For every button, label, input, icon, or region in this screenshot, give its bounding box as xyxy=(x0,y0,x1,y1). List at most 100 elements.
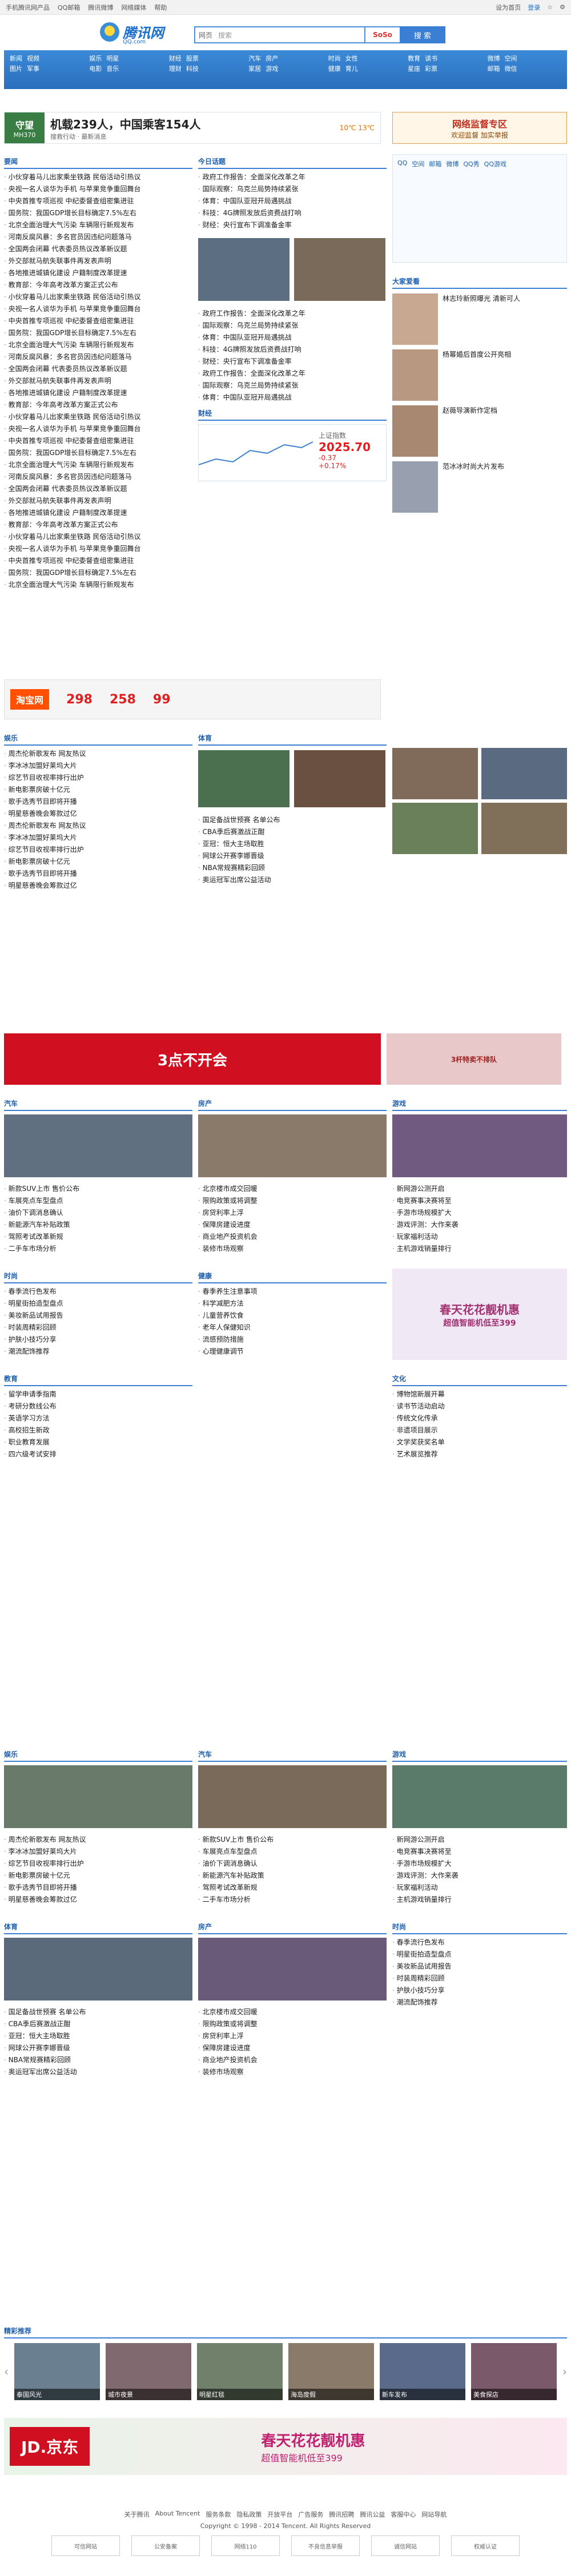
topbar-link-4[interactable]: 帮助 xyxy=(154,3,167,12)
news-item[interactable]: 外交部就马航失联事件再发表声明 xyxy=(4,255,192,267)
section-item[interactable]: 主机游戏销量排行 xyxy=(392,1243,567,1255)
sport-photo[interactable] xyxy=(198,750,289,807)
section-item[interactable]: 李冰冰加盟好莱坞大片 xyxy=(4,1846,192,1858)
section-item[interactable]: 潮流配饰推荐 xyxy=(4,1346,192,1358)
section-item[interactable]: 艺术展览推荐 xyxy=(392,1448,567,1460)
news-item[interactable]: 央视一名人谈华为手机 与苹果竞争重回舞台 xyxy=(4,303,192,315)
nav-item[interactable]: 股票 xyxy=(186,54,199,63)
section-item[interactable]: 亚冠：恒大主场取胜 xyxy=(4,2030,192,2042)
footer-link[interactable]: 客服中心 xyxy=(391,2510,416,2519)
news-item[interactable]: 小伙穿着马儿出家乘坐铁路 民俗活动引热议 xyxy=(4,531,192,543)
section-item[interactable]: 明星慈善晚会筹款过亿 xyxy=(4,808,192,820)
lower-photo[interactable] xyxy=(198,1765,387,1828)
section-title-text[interactable]: 体育 xyxy=(198,733,212,743)
section-item[interactable]: 网球公开赛李娜晋级 xyxy=(198,850,387,862)
news-item[interactable]: 小伙穿着马儿出家乘坐铁路 民俗活动引热议 xyxy=(4,411,192,423)
section-item[interactable]: NBA常规赛精彩回顾 xyxy=(4,2054,192,2066)
nav-item[interactable]: 时尚 xyxy=(328,54,341,63)
face-item[interactable]: 林志玲新照曝光 清新可人 xyxy=(392,293,567,345)
section-item[interactable]: 美妆新品试用报告 xyxy=(392,1961,567,1973)
hot-faces-title-text[interactable]: 大家爱看 xyxy=(392,276,420,286)
news-item[interactable]: 河南反腐风暴：多名官员因违纪问题落马 xyxy=(4,351,192,363)
section-item[interactable]: 限购政策或将调整 xyxy=(198,2018,387,2030)
section-item[interactable]: CBA季后赛激战正酣 xyxy=(198,826,387,838)
trust-badge[interactable]: 公安备案 xyxy=(131,2535,200,2556)
section-item[interactable]: 春季养生注意事项 xyxy=(198,1286,387,1298)
login-link[interactable]: 登录 xyxy=(528,3,540,12)
news-item[interactable]: 国务院：我国GDP增长目标确定7.5%左右 xyxy=(4,567,192,579)
section-item[interactable]: 限购政策或将调整 xyxy=(198,1195,387,1207)
ticker-photo[interactable]: 新车发布 xyxy=(380,2343,465,2400)
section-item[interactable]: 车展亮点车型盘点 xyxy=(4,1195,192,1207)
topic-item[interactable]: 财经：央行宣布下调准备金率 xyxy=(198,356,387,368)
section-item[interactable]: 新能源汽车补贴政策 xyxy=(198,1870,387,1882)
nav-item[interactable]: 健康 xyxy=(328,64,341,73)
news-item[interactable]: 各地推进城镇化建设 户籍制度改革提速 xyxy=(4,507,192,519)
nav-item[interactable]: 邮箱 xyxy=(488,64,500,73)
section-item[interactable]: 老年人保健知识 xyxy=(198,1322,387,1334)
fashion-ad[interactable]: 3杆特卖不排队 xyxy=(387,1033,561,1085)
section-item[interactable]: 春季流行色发布 xyxy=(4,1286,192,1298)
topic-item[interactable]: 政府工作报告：全面深化改革之年 xyxy=(198,368,387,380)
nav-item[interactable]: 军事 xyxy=(27,64,39,73)
topbar-link-0[interactable]: 手机腾讯网产品 xyxy=(6,3,50,12)
set-homepage-link[interactable]: 设为首页 xyxy=(496,3,521,12)
news-item[interactable]: 中央首推专项巡视 中纪委督查组密集进驻 xyxy=(4,555,192,567)
grid-photo[interactable] xyxy=(392,803,478,854)
nav-item[interactable]: 音乐 xyxy=(106,64,119,73)
section-item[interactable]: 车展亮点车型盘点 xyxy=(198,1846,387,1858)
section-title-text[interactable]: 体育 xyxy=(4,1922,18,1931)
section-item[interactable]: CBA季后赛激战正酣 xyxy=(4,2018,192,2030)
section-item[interactable]: NBA常规赛精彩回顾 xyxy=(198,862,387,874)
grid-photo[interactable] xyxy=(481,803,567,854)
news-item[interactable]: 教育部：今年高考改革方案正式公布 xyxy=(4,279,192,291)
section-item[interactable]: 玩家福利活动 xyxy=(392,1882,567,1894)
lower-photo[interactable] xyxy=(4,1765,192,1828)
section-item[interactable]: 亚冠：恒大主场取胜 xyxy=(198,838,387,850)
section-item[interactable]: 新网游公测开启 xyxy=(392,1834,567,1846)
nav-item[interactable]: 视频 xyxy=(27,54,39,63)
topic-item[interactable]: 体育：中国队亚冠开局遇挑战 xyxy=(198,195,387,207)
section-title-text[interactable]: 健康 xyxy=(198,1271,212,1281)
trust-badge[interactable]: 不良信息举报 xyxy=(291,2535,360,2556)
news-item[interactable]: 全国两会闭幕 代表委员热议改革新议题 xyxy=(4,363,192,375)
section-item[interactable]: 明星街拍造型盘点 xyxy=(392,1949,567,1961)
news-item[interactable]: 国务院：我国GDP增长目标确定7.5%左右 xyxy=(4,327,192,339)
section-item[interactable]: 北京楼市成交回暖 xyxy=(198,1183,387,1195)
news-item[interactable]: 全国两会闭幕 代表委员热议改革新议题 xyxy=(4,483,192,495)
footer-link[interactable]: 服务条款 xyxy=(206,2510,231,2519)
section-item[interactable]: 李冰冰加盟好莱坞大片 xyxy=(4,760,192,772)
section-item[interactable]: 手游市场规模扩大 xyxy=(392,1207,567,1219)
section-item[interactable]: 游戏评测：大作来袭 xyxy=(392,1219,567,1231)
footer-link[interactable]: 网站导航 xyxy=(421,2510,447,2519)
section-item[interactable]: 二手车市场分析 xyxy=(4,1243,192,1255)
face-item[interactable]: 赵薇导演新作定档 xyxy=(392,405,567,457)
section-item[interactable]: 国足备战世预赛 名单公布 xyxy=(4,2006,192,2018)
topic-item[interactable]: 体育：中国队亚冠开局遇挑战 xyxy=(198,332,387,344)
section-item[interactable]: 歌手选秀节目即将开播 xyxy=(4,868,192,880)
ticker-photo[interactable]: 美食探店 xyxy=(471,2343,557,2400)
section-item[interactable]: 装修市场观察 xyxy=(198,2066,387,2078)
section-title-text[interactable]: 房产 xyxy=(198,1098,212,1108)
section-item[interactable]: 商业地产投资机会 xyxy=(198,1231,387,1243)
news-item[interactable]: 中央首推专项巡视 中纪委督查组密集进驻 xyxy=(4,195,192,207)
footer-link[interactable]: 腾讯公益 xyxy=(360,2510,385,2519)
car-photo[interactable] xyxy=(4,1114,192,1177)
section-item[interactable]: 考研分数线公布 xyxy=(4,1400,192,1412)
news-item[interactable]: 各地推进城镇化建设 户籍制度改革提速 xyxy=(4,267,192,279)
section-item[interactable]: 新电影票房破十亿元 xyxy=(4,784,192,796)
section-item[interactable]: 奥运冠军出席公益活动 xyxy=(198,874,387,886)
nav-item[interactable]: 科技 xyxy=(186,64,199,73)
section-item[interactable]: 电竞赛事决赛将至 xyxy=(392,1846,567,1858)
lower-photo[interactable] xyxy=(198,1938,387,2001)
search-button[interactable]: 搜 索 xyxy=(400,26,445,43)
supervision-banner[interactable]: 网络监督专区 欢迎监督 加实举报 xyxy=(392,112,567,144)
phone-ad[interactable]: 春天花花靓机惠 超值智能机低至399 xyxy=(392,1269,567,1360)
nav-item[interactable]: 微信 xyxy=(505,64,517,73)
section-item[interactable]: 新电影票房破十亿元 xyxy=(4,856,192,868)
nav-item[interactable]: 明星 xyxy=(106,54,119,63)
section-item[interactable]: 油价下调消息确认 xyxy=(4,1207,192,1219)
sport-photo[interactable] xyxy=(294,750,385,807)
section-item[interactable]: 周杰伦新歌发布 网友热议 xyxy=(4,820,192,832)
qq-link[interactable]: 微博 xyxy=(446,159,459,168)
